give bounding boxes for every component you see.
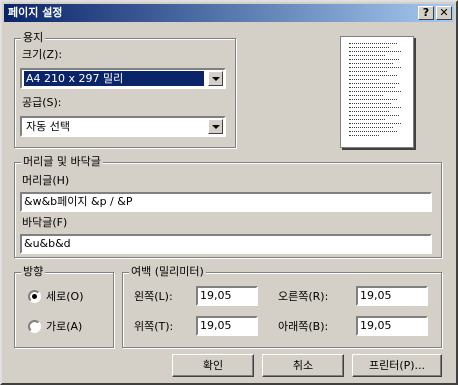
portrait-label[interactable]: 세로(O) — [46, 290, 83, 304]
close-button[interactable]: ✕ — [436, 6, 452, 20]
title-bar[interactable]: 페이지 설정 ? ✕ — [4, 4, 454, 22]
paper-group-label: 용지 — [21, 31, 46, 45]
dialog-title: 페이지 설정 — [8, 6, 63, 19]
bottom-margin-label: 아래쪽(B): — [278, 320, 329, 333]
printer-button[interactable]: 프린터(P)... — [352, 354, 442, 377]
paper-source-select[interactable]: 자동 선택 — [20, 116, 226, 137]
right-margin-input[interactable]: 19,05 — [356, 286, 428, 306]
page-preview — [340, 36, 414, 148]
margins-group-label: 여백 (밀리미터) — [129, 265, 206, 279]
landscape-label[interactable]: 가로(A) — [46, 320, 82, 334]
orientation-group-label: 방향 — [21, 265, 46, 279]
header-footer-group-label: 머리글 및 바닥글 — [21, 155, 103, 169]
ok-button[interactable]: 확인 — [172, 354, 254, 377]
chevron-down-icon[interactable] — [208, 119, 223, 134]
paper-size-value: A4 210 x 297 밀리 — [24, 71, 204, 86]
landscape-radio[interactable] — [28, 320, 41, 333]
paper-size-select[interactable]: A4 210 x 297 밀리 — [20, 68, 226, 89]
top-margin-input[interactable]: 19,05 — [196, 316, 258, 336]
page-setup-dialog: 페이지 설정 ? ✕ 용지 크기(Z): A4 210 x 297 밀리 공급(… — [0, 0, 458, 385]
left-margin-input[interactable]: 19,05 — [196, 286, 258, 306]
help-button[interactable]: ? — [418, 6, 434, 20]
orientation-group: 방향 — [14, 265, 114, 348]
top-margin-label: 위쪽(T): — [134, 320, 174, 333]
header-label: 머리글(H) — [22, 174, 70, 187]
right-margin-label: 오른쪽(R): — [278, 290, 329, 303]
footer-label: 바닥글(F) — [22, 216, 68, 229]
margins-group: 여백 (밀리미터) — [122, 265, 442, 348]
left-margin-label: 왼쪽(L): — [134, 290, 173, 303]
cancel-button[interactable]: 취소 — [262, 354, 344, 377]
paper-source-label: 공급(S): — [22, 96, 62, 109]
chevron-down-icon[interactable] — [208, 71, 223, 86]
footer-input[interactable]: &u&b&d — [20, 234, 432, 254]
bottom-margin-input[interactable]: 19,05 — [356, 316, 428, 336]
paper-size-label: 크기(Z): — [22, 48, 63, 61]
header-input[interactable]: &w&b페이지 &p / &P — [20, 192, 432, 212]
paper-source-value: 자동 선택 — [26, 120, 70, 133]
portrait-radio[interactable] — [28, 290, 41, 303]
